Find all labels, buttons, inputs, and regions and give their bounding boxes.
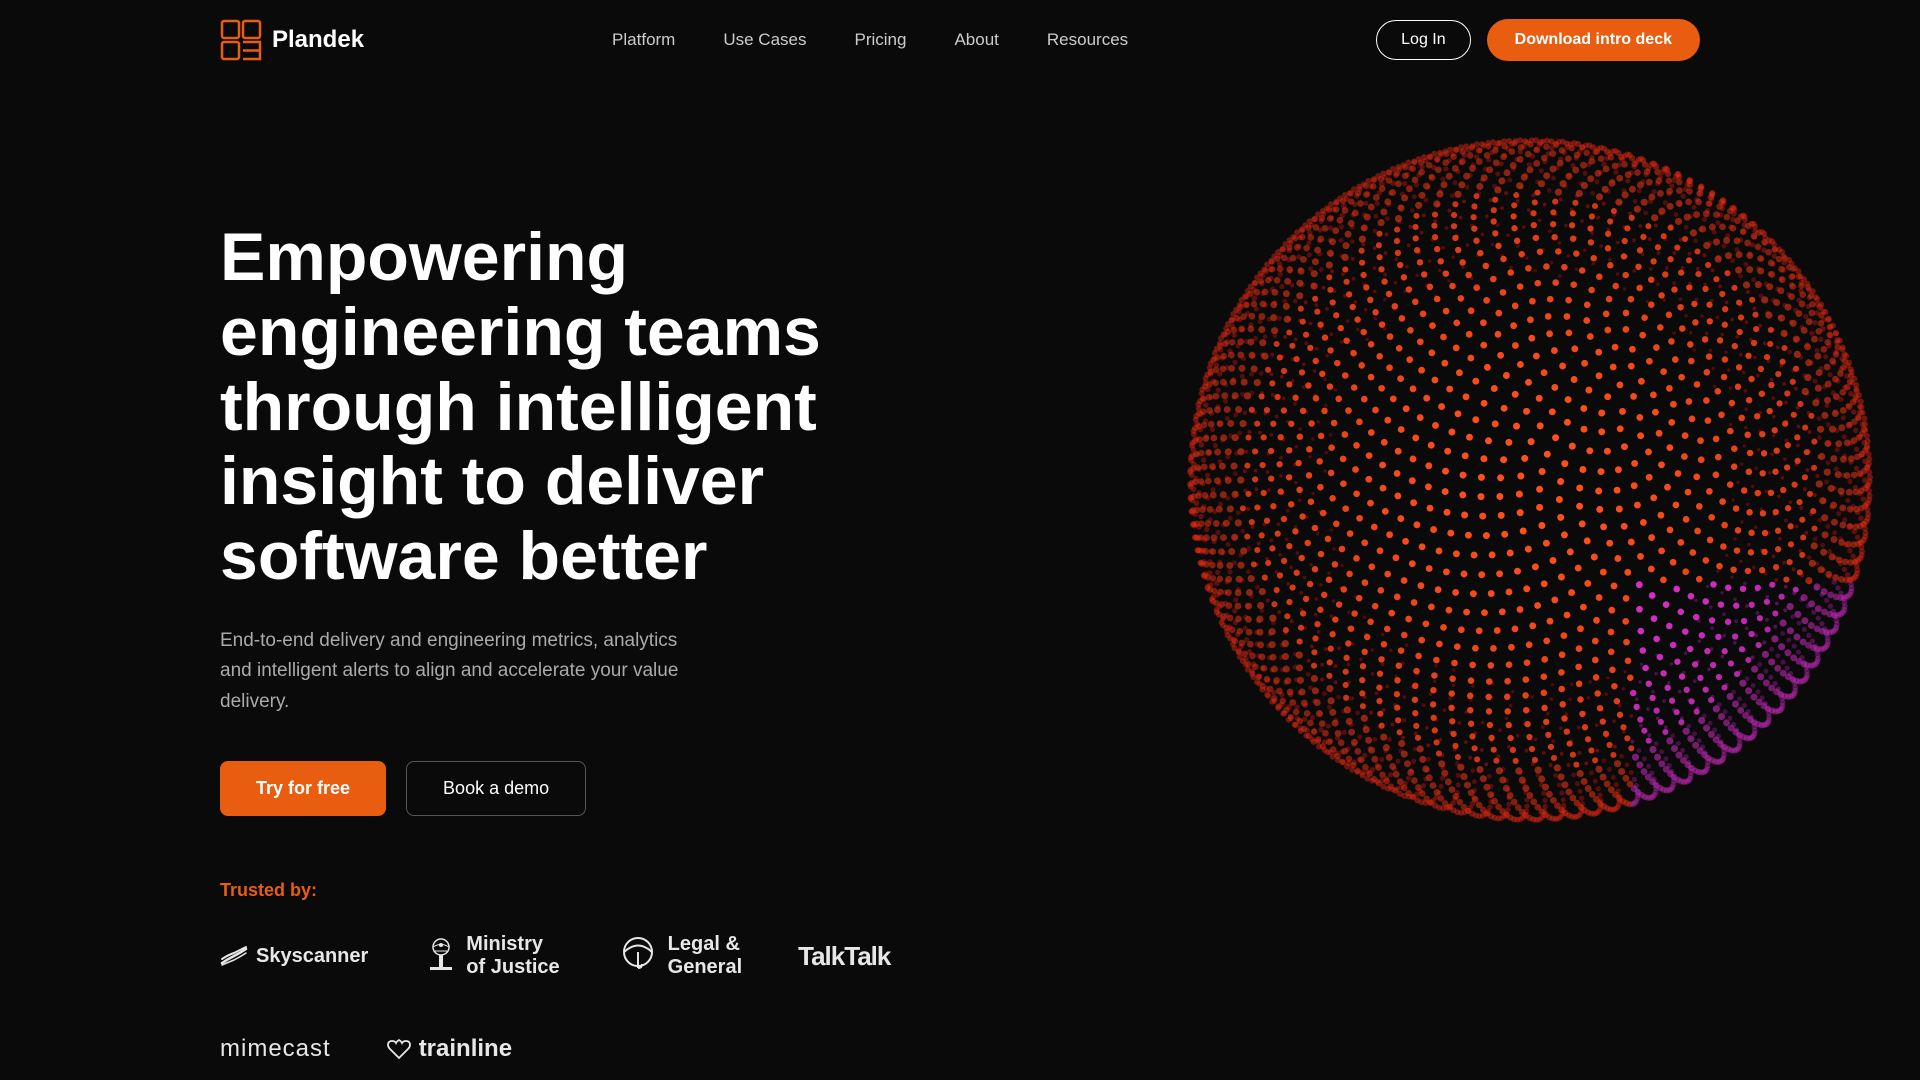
hero-sphere bbox=[1080, 60, 1920, 960]
logo-icon bbox=[220, 19, 262, 61]
nav-use-cases[interactable]: Use Cases bbox=[723, 30, 806, 50]
trusted-label: Trusted by: bbox=[220, 880, 920, 901]
nav-pricing[interactable]: Pricing bbox=[854, 30, 906, 50]
nav-actions: Log In Download intro deck bbox=[1376, 19, 1700, 61]
trainline-text: trainline bbox=[419, 1035, 512, 1063]
trusted-section: Trusted by: Skyscanner bbox=[220, 880, 920, 1063]
hero-section: Empowering engineering teams through int… bbox=[0, 80, 1920, 1063]
hero-buttons: Try for free Book a demo bbox=[220, 761, 920, 816]
try-free-button[interactable]: Try for free bbox=[220, 761, 386, 816]
lg-text: Legal &General bbox=[668, 933, 742, 979]
logo[interactable]: Plandek bbox=[220, 19, 364, 61]
trainline-logo: trainline bbox=[387, 1035, 512, 1063]
sphere-svg bbox=[1080, 60, 1920, 960]
trusted-logos: Skyscanner Ministryof Justice bbox=[220, 933, 920, 1063]
login-button[interactable]: Log In bbox=[1376, 20, 1470, 60]
hero-title: Empowering engineering teams through int… bbox=[220, 220, 920, 594]
nav-platform[interactable]: Platform bbox=[612, 30, 675, 50]
mimecast-logo: mimecast bbox=[220, 1035, 331, 1063]
navbar: Plandek Platform Use Cases Pricing About… bbox=[0, 0, 1920, 80]
skyscanner-icon bbox=[220, 945, 248, 967]
talktalk-logo: TalkTalk bbox=[798, 941, 890, 972]
trainline-icon bbox=[387, 1038, 411, 1060]
moj-icon bbox=[424, 937, 458, 975]
nav-links: Platform Use Cases Pricing About Resourc… bbox=[612, 30, 1128, 50]
lg-logo: Legal &General bbox=[616, 933, 742, 979]
lg-icon bbox=[616, 934, 660, 978]
mimecast-text: mimecast bbox=[220, 1035, 331, 1063]
logo-text: Plandek bbox=[272, 26, 364, 54]
nav-resources[interactable]: Resources bbox=[1047, 30, 1128, 50]
moj-logo: Ministryof Justice bbox=[424, 933, 559, 979]
moj-text: Ministryof Justice bbox=[466, 933, 559, 979]
book-demo-button[interactable]: Book a demo bbox=[406, 761, 586, 816]
nav-about[interactable]: About bbox=[954, 30, 998, 50]
skyscanner-text: Skyscanner bbox=[256, 945, 368, 968]
hero-content: Empowering engineering teams through int… bbox=[220, 140, 920, 1063]
talktalk-text: TalkTalk bbox=[798, 941, 890, 972]
download-button[interactable]: Download intro deck bbox=[1487, 19, 1700, 61]
hero-subtitle: End-to-end delivery and engineering metr… bbox=[220, 626, 700, 717]
skyscanner-logo: Skyscanner bbox=[220, 945, 368, 968]
